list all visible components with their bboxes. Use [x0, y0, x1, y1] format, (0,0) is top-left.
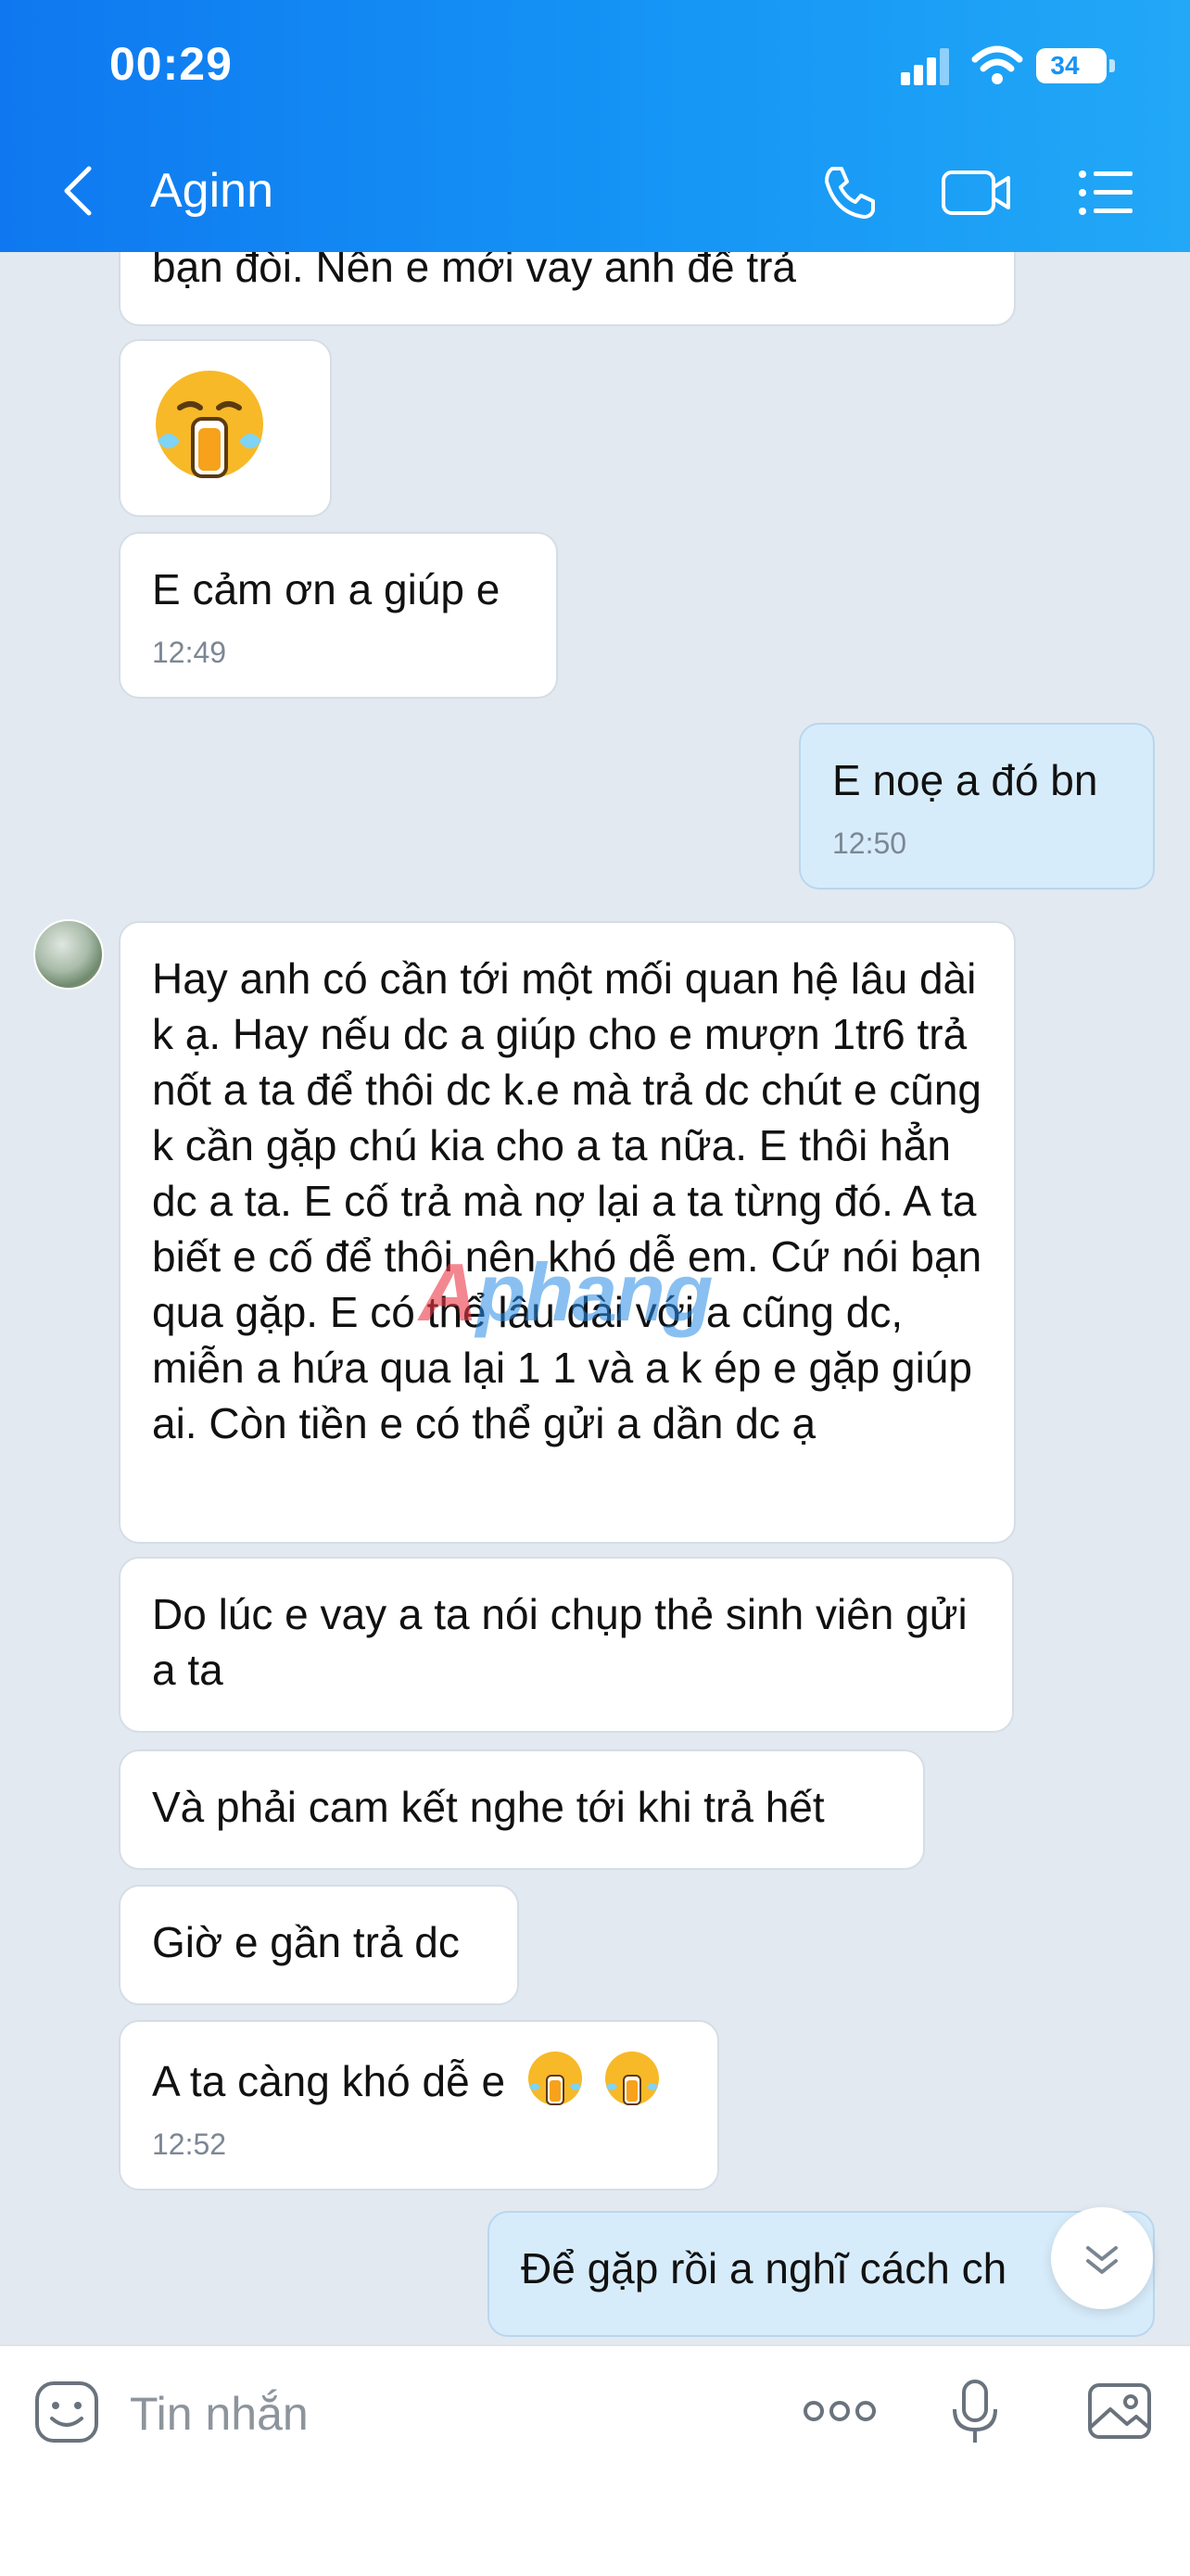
avatar[interactable]	[33, 919, 104, 990]
crying-emoji-icon	[156, 371, 263, 478]
message-time: 12:49	[152, 636, 227, 669]
message-bubble-incoming[interactable]: Giờ e gần trả dc	[119, 1885, 519, 2005]
sticker-icon[interactable]	[30, 2374, 104, 2448]
message-text: Giờ e gần trả dc	[152, 1918, 460, 1966]
message-bubble-incoming[interactable]: Và phải cam kết nghe tới khi trả hết	[119, 1749, 925, 1870]
video-icon[interactable]	[940, 159, 1014, 226]
message-bubble-outgoing[interactable]: E noẹ a đó bn 12:50	[799, 723, 1155, 890]
message-time: 12:52	[152, 2128, 227, 2161]
wifi-icon	[971, 45, 1023, 84]
message-text: Hay anh có cần tới một mối quan hệ lâu d…	[152, 954, 982, 1447]
chat-header: 00:29 34 Aginn	[0, 0, 1190, 252]
battery-tip	[1109, 59, 1115, 72]
message-bubble-incoming[interactable]: Do lúc e vay a ta nói chụp thẻ sinh viên…	[119, 1557, 1014, 1733]
message-bubble-incoming[interactable]: Hay anh có cần tới một mối quan hệ lâu d…	[119, 921, 1016, 1544]
phone-icon[interactable]	[816, 159, 882, 226]
message-text: E noẹ a đó bn	[832, 756, 1098, 804]
contact-name[interactable]: Aginn	[150, 163, 273, 219]
message-composer: Tin nhắn	[0, 2344, 1190, 2576]
sticker-bubble[interactable]	[119, 339, 332, 517]
battery-icon: 34	[1036, 48, 1107, 83]
message-text: Do lúc e vay a ta nói chụp thẻ sinh viên…	[152, 1590, 968, 1694]
message-bubble-incoming[interactable]: E cảm ơn a giúp e 12:49	[119, 532, 558, 699]
menu-list-icon[interactable]	[1073, 159, 1140, 226]
scroll-to-bottom-button[interactable]	[1051, 2207, 1153, 2309]
battery-level: 34	[1050, 51, 1080, 80]
crying-emoji-icon	[527, 2052, 582, 2105]
image-icon[interactable]	[1082, 2374, 1157, 2448]
message-bubble-incoming[interactable]: A ta càng khó dễ e 12:52	[119, 2020, 719, 2191]
message-text: Và phải cam kết nghe tới khi trả hết	[152, 1783, 825, 1831]
chevron-down-icon	[1086, 2246, 1118, 2274]
status-time: 00:29	[109, 38, 233, 90]
mic-icon[interactable]	[938, 2374, 1012, 2448]
more-icon[interactable]	[801, 2374, 879, 2448]
message-input[interactable]: Tin nhắn	[130, 2387, 309, 2441]
message-text: Để gặp rồi a nghĩ cách ch	[521, 2244, 1007, 2292]
back-chevron-icon[interactable]	[57, 163, 98, 219]
message-text: E cảm ơn a giúp e	[152, 565, 500, 613]
message-time: 12:50	[832, 827, 907, 860]
message-text: A ta càng khó dễ e	[152, 2057, 506, 2105]
crying-emoji-icon	[604, 2052, 659, 2105]
signal-icon	[901, 48, 949, 85]
